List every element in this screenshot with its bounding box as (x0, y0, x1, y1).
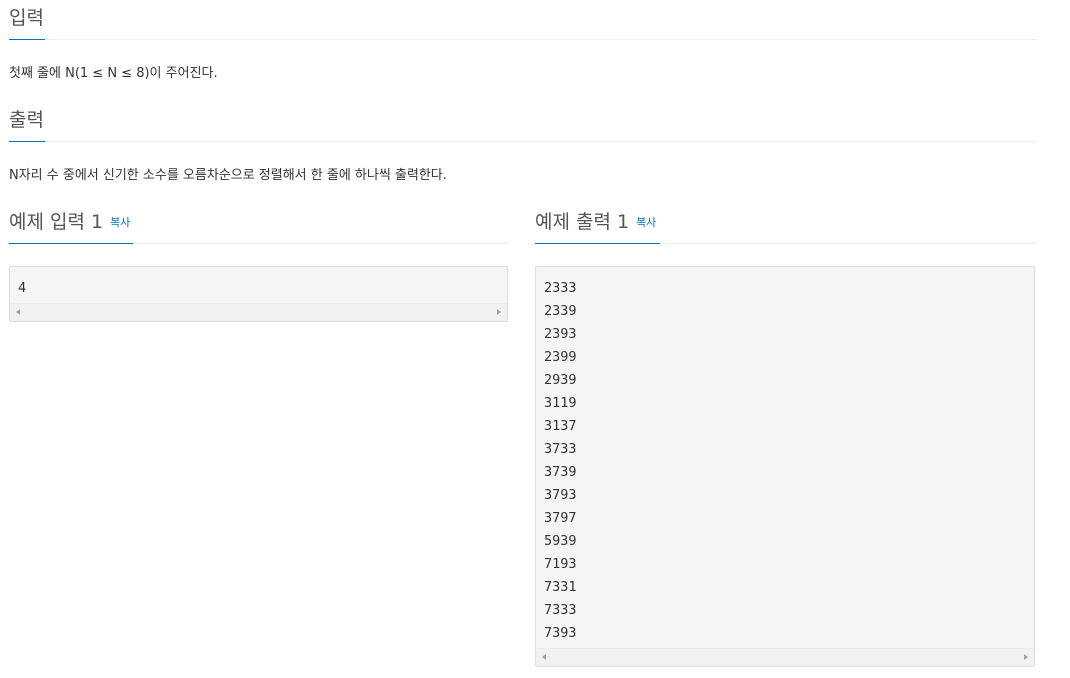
sample-output-section: 예제 출력 1 복사 (535, 204, 1036, 244)
code-line: 2393 (544, 326, 577, 342)
sample-input-copy-button[interactable]: 복사 (110, 216, 130, 229)
code-line: 2339 (544, 303, 577, 319)
code-line: 3793 (544, 487, 577, 503)
output-title: 출력 (9, 109, 44, 131)
code-line: 2399 (544, 349, 577, 365)
code-line: 7393 (544, 625, 577, 641)
code-line: 2333 (544, 280, 577, 296)
code-line: 5939 (544, 533, 577, 549)
output-headline: 출력 (9, 102, 1036, 142)
output-section: 출력 (9, 102, 1036, 142)
code-line: 7333 (544, 602, 577, 618)
sample-input-section: 예제 입력 1 복사 (9, 204, 508, 244)
sample-input-headline: 예제 입력 1 복사 (9, 204, 508, 244)
scroll-left-arrow-icon[interactable] (16, 309, 20, 315)
input-title-underline (9, 39, 45, 40)
code-line: 4 (18, 280, 27, 296)
sample-output-headline: 예제 출력 1 복사 (535, 204, 1036, 244)
sample-input-scrollbar[interactable] (10, 303, 507, 321)
scroll-left-arrow-icon[interactable] (542, 654, 546, 660)
sample-output-box: 2333 2339 2393 2399 2939 3119 3137 3733 3739 3793… (535, 266, 1035, 667)
input-headline: 입력 (9, 0, 1036, 40)
sample-output-copy-button[interactable]: 복사 (636, 216, 656, 229)
sample-input-title: 예제 입력 1 복사 (9, 209, 130, 236)
sample-input-lines: 4 (18, 277, 26, 300)
input-section: 입력 (9, 0, 1036, 40)
code-line: 2939 (544, 372, 577, 388)
code-line: 3797 (544, 510, 577, 526)
sample-output-title: 예제 출력 1 복사 (535, 209, 656, 236)
sample-input-box: 4 (9, 266, 508, 322)
code-line: 3733 (544, 441, 577, 457)
code-line: 7193 (544, 556, 577, 572)
scroll-right-arrow-icon[interactable] (497, 309, 501, 315)
sample-output-lines: 2333 2339 2393 2399 2939 3119 3137 3733 3739 3793… (544, 277, 577, 645)
sample-output-title-text: 예제 출력 (535, 211, 611, 233)
sample-output-number: 1 (616, 211, 630, 233)
input-description: 첫째 줄에 N(1 ≤ N ≤ 8)이 주어진다. (9, 66, 218, 81)
code-line: 3119 (544, 395, 577, 411)
sample-output-scrollbar[interactable] (536, 648, 1034, 666)
scroll-right-arrow-icon[interactable] (1024, 654, 1028, 660)
code-line: 7331 (544, 579, 577, 595)
sample-output-title-underline (535, 243, 660, 244)
sample-input-title-underline (9, 243, 133, 244)
code-line: 3137 (544, 418, 577, 434)
output-title-underline (9, 141, 45, 142)
output-description: N자리 수 중에서 신기한 소수를 오름차순으로 정렬해서 한 줄에 하나씩 출… (9, 168, 447, 183)
input-title: 입력 (9, 7, 44, 29)
sample-input-title-text: 예제 입력 (9, 211, 85, 233)
code-line: 3739 (544, 464, 577, 480)
sample-input-number: 1 (90, 211, 104, 233)
